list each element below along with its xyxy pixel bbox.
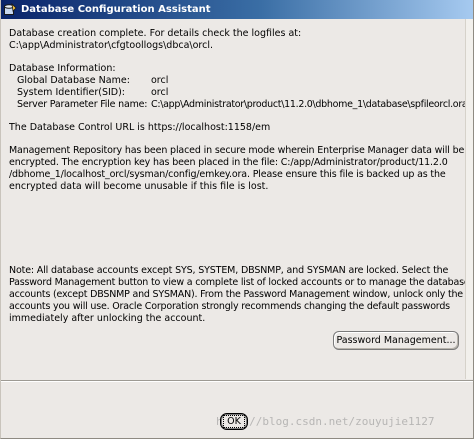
global-db-name-label: Global Database Name: <box>17 75 130 86</box>
note-text-line-5: immediately after unlocking the account. <box>9 313 206 324</box>
watermark-text: http://blog.csdn.net/zouyujie1127 <box>216 415 435 428</box>
button-separator <box>1 380 473 382</box>
vertical-scrollbar[interactable] <box>465 19 473 379</box>
window-title: Database Configuration Assistant <box>21 4 211 15</box>
logfile-path: C:\app\Administrator\cfgtoollogs\dbca\or… <box>9 40 213 51</box>
repository-text-line-3: /dbhome_1/localhost_orcl/sysman/config/e… <box>9 169 446 180</box>
db-control-url: The Database Control URL is https://loca… <box>9 122 271 133</box>
note-text-line-3: accounts (except DBSNMP and SYSMAN). Fro… <box>9 289 463 300</box>
ok-button[interactable]: OK <box>220 413 248 430</box>
ok-button-label: OK <box>223 415 245 428</box>
note-text-line-2: Password Management button to view a com… <box>9 277 465 288</box>
repository-text-line-1: Management Repository has been placed in… <box>9 145 465 156</box>
completion-message: Database creation complete. For details … <box>9 28 302 39</box>
message-area: Database creation complete. For details … <box>9 19 465 369</box>
title-bar[interactable]: Database Configuration Assistant <box>1 0 473 19</box>
db-info-heading: Database Information: <box>9 63 116 74</box>
spfile-label: Server Parameter File name: <box>17 99 148 110</box>
global-db-name-value: orcl <box>151 75 169 86</box>
spfile-value: C:\app\Administrator\product\11.2.0\dbho… <box>151 99 465 110</box>
sid-value: orcl <box>151 87 169 98</box>
repository-text-line-2: encrypted. The encryption key has been p… <box>9 157 448 168</box>
dbca-dialog-window: Database Configuration Assistant Databas… <box>0 0 474 439</box>
note-text-line-1: Note: All database accounts except SYS, … <box>9 265 449 276</box>
repository-text-line-4: encrypted data will become unusable if t… <box>9 181 269 192</box>
password-management-button[interactable]: Password Management... <box>333 331 459 350</box>
note-text-line-4: accounts you will use. Oracle Corporatio… <box>9 301 450 312</box>
dbca-app-icon[interactable] <box>4 3 17 16</box>
sid-label: System Identifier(SID): <box>17 87 126 98</box>
